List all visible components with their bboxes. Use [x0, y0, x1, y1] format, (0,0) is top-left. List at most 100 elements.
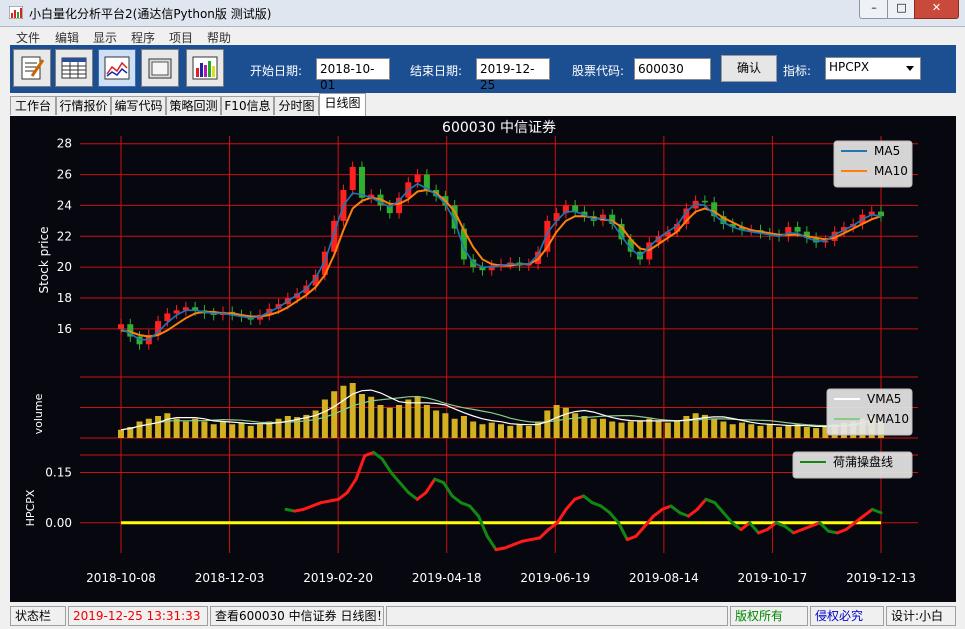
volume-bar [247, 425, 254, 438]
volume-bar [386, 407, 393, 438]
volume-bar [118, 429, 124, 438]
status-message: 查看600030 中信证券 日线图！ [210, 606, 384, 626]
indicator-axis-label: HPCPX [24, 489, 37, 526]
hpcpx-segment [345, 477, 358, 495]
volume-bar [284, 416, 291, 438]
volume-bar [257, 424, 264, 438]
title-bar: 小白量化分析平台2(通达信Python版 测试版) – □ ✕ [0, 0, 965, 27]
menu-edit[interactable]: 编辑 [55, 29, 79, 46]
minimize-button[interactable]: – [859, 0, 889, 19]
price-y-tick-label: 20 [57, 260, 72, 274]
hpcpx-segment [424, 477, 437, 495]
volume-bar [340, 385, 347, 438]
tab-intraday[interactable]: 分时图 [274, 96, 319, 115]
volume-bar [470, 421, 477, 438]
menu-file[interactable]: 文件 [16, 29, 40, 46]
hpcpx-segment [643, 514, 655, 528]
volume-bar [155, 416, 162, 438]
volume-bar [164, 413, 171, 438]
hpcpx-segment [617, 521, 629, 542]
price-y-tick-label: 16 [57, 322, 72, 336]
indicator-select-value: HPCPX [829, 60, 870, 74]
tab-quotes[interactable]: 行情报价 [56, 96, 111, 115]
volume-bar [637, 420, 644, 438]
hpcpx-segment [722, 511, 734, 525]
tab-bar: 工作台 行情报价 编写代码 策略回测 F10信息 分时图 日线图 [10, 93, 956, 116]
tab-code-editor[interactable]: 编写代码 [111, 96, 166, 115]
notepad-button[interactable] [13, 49, 51, 87]
table-icon [61, 57, 87, 79]
start-date-input[interactable]: 2018-10-01 [316, 58, 390, 92]
hpcpx-segment [652, 507, 664, 518]
chart-panel: 2018-10-08 2018-12-03 2019-02-20 2019-04-18… [10, 116, 956, 602]
volume-bar [581, 416, 588, 438]
volume-bar [609, 421, 616, 438]
menu-view[interactable]: 显示 [93, 29, 117, 46]
chart-title: 600030 中信证券 [442, 120, 556, 136]
hpcpx-segment [442, 481, 454, 498]
close-button[interactable]: ✕ [914, 0, 959, 19]
hpcpx-segment [477, 514, 489, 538]
candle-body [794, 227, 801, 232]
folder-button[interactable] [141, 49, 179, 87]
candle-body [173, 310, 180, 314]
volume-bar [405, 399, 412, 438]
hpcpx-segment [485, 534, 498, 552]
volume-bar [664, 422, 671, 438]
candle-body [701, 200, 708, 203]
indicator-y-tick-label: 0.15 [45, 465, 72, 479]
volume-bar [479, 424, 486, 438]
volume-bar [182, 421, 189, 438]
indicator-legend-label: 荷蒲操盘线 [833, 454, 893, 469]
end-date-input[interactable]: 2019-12-25 [476, 58, 550, 92]
menu-project[interactable]: 项目 [169, 29, 193, 46]
bar-chart-button[interactable] [186, 49, 224, 87]
volume-bar [525, 425, 532, 438]
tab-daily-chart[interactable]: 日线图 [319, 93, 366, 116]
indicator-y-tick-label: 0.00 [45, 516, 72, 530]
hpcpx-segment [354, 454, 367, 481]
notepad-icon [21, 56, 45, 80]
indicator-select[interactable]: HPCPX [825, 57, 921, 80]
x-tick-label: 2018-10-08 [86, 571, 156, 585]
table-button[interactable] [55, 49, 93, 87]
confirm-button[interactable]: 确认 [721, 55, 777, 82]
volume-bar [192, 418, 199, 438]
candle-body [358, 166, 365, 198]
volume-bar [396, 405, 403, 438]
stock-code-input[interactable]: 600030 [634, 58, 711, 80]
volume-bar [136, 421, 143, 438]
volume-bar [757, 425, 764, 438]
x-tick-label: 2018-12-03 [195, 571, 265, 585]
hpcpx-segment [582, 494, 594, 505]
tab-workbench[interactable]: 工作台 [10, 96, 56, 115]
hpcpx-segment [555, 507, 568, 525]
volume-bar [692, 413, 699, 438]
hpcpx-segment [372, 450, 384, 461]
volume-bar [776, 427, 783, 438]
price-y-tick-label: 22 [57, 229, 72, 243]
menu-help[interactable]: 帮助 [207, 29, 231, 46]
hpcpx-segment [862, 507, 874, 518]
volume-bar [210, 424, 217, 438]
candle-body [349, 166, 356, 190]
price-legend-label: MA5 [874, 144, 900, 158]
window-title: 小白量化分析平台2(通达信Python版 测试版) [29, 7, 272, 21]
tab-backtest[interactable]: 策略回测 [166, 96, 221, 115]
price-y-tick-label: 28 [57, 137, 72, 151]
volume-bar [599, 418, 606, 438]
tab-f10-info[interactable]: F10信息 [221, 96, 274, 115]
line-chart-button[interactable] [98, 49, 136, 87]
chevron-down-icon [906, 66, 914, 71]
menu-program[interactable]: 程序 [131, 29, 155, 46]
volume-bar [803, 427, 810, 438]
volume-bar [488, 422, 495, 438]
hpcpx-segment [687, 507, 699, 518]
volume-bar [711, 418, 718, 438]
stock-chart: 2018-10-08 2018-12-03 2019-02-20 2019-04-18… [24, 120, 918, 585]
volume-bar [201, 421, 208, 438]
status-infringe-link[interactable]: 侵权必究 [810, 606, 884, 626]
status-datetime: 2019-12-25 13:31:33 [68, 606, 208, 626]
hpcpx-segment [450, 494, 463, 505]
maximize-button[interactable]: □ [887, 0, 916, 19]
